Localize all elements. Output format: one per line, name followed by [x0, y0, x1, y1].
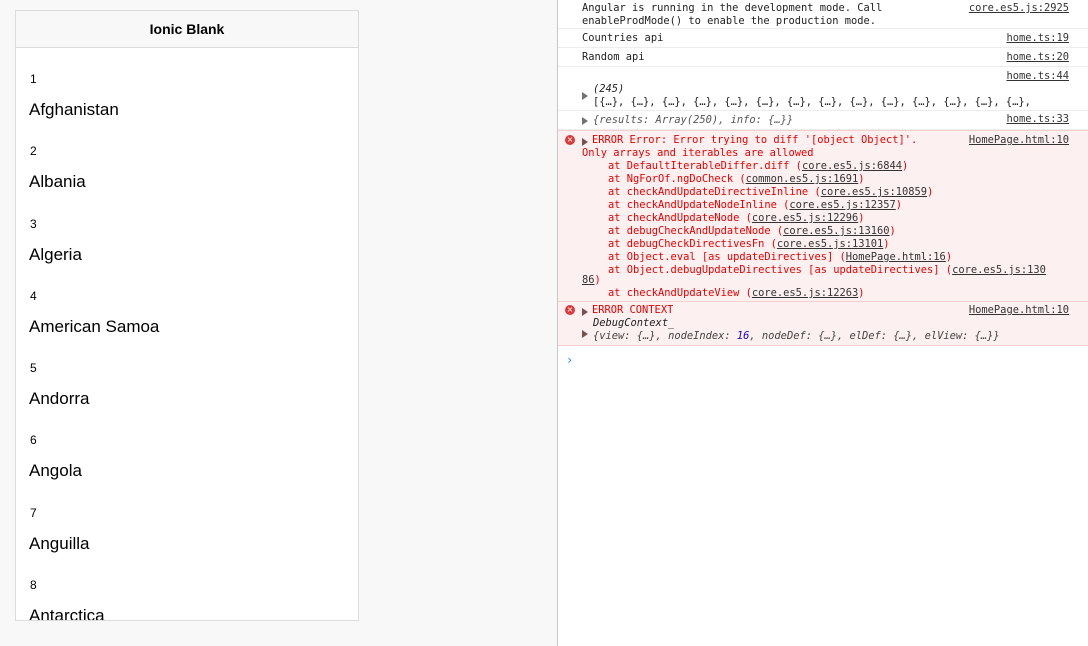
debug-context-name[interactable]: DebugContext_	[593, 317, 674, 330]
stack-file-link[interactable]: common.es5.js:1691	[746, 173, 859, 185]
stack-line: at NgForOf.ngDoCheck (common.es5.js:1691…	[608, 173, 865, 185]
stack-file-link[interactable]: HomePage.html:16	[846, 251, 946, 263]
console-message-text: Countries api	[582, 32, 664, 44]
list-item[interactable]: 2 Albania	[16, 120, 358, 192]
list-item[interactable]: 4 American Samoa	[16, 265, 358, 337]
page-title: Ionic Blank	[149, 21, 225, 37]
console-message-angular: Angular is running in the development mo…	[558, 0, 1088, 29]
x-circle-icon: ×	[565, 135, 575, 145]
stack-line: at DefaultIterableDiffer.diff (core.es5.…	[608, 160, 909, 172]
source-link[interactable]: HomePage.html:10	[969, 304, 1069, 317]
console-message-text: Random api	[582, 51, 645, 63]
country-index: 7	[30, 505, 37, 520]
console-error-diff: × ERROR Error: Error trying to diff '[ob…	[558, 130, 1088, 302]
console-message-text: Angular is running in the development mo…	[582, 2, 883, 27]
expand-arrow-icon[interactable]	[582, 329, 591, 342]
list-item[interactable]: 8 Antarctica	[16, 554, 358, 620]
stack-line: at debugCheckAndUpdateNode (core.es5.js:…	[608, 225, 896, 237]
console-message-array: home.ts:44 (245) [{…}, {…}, {…}, {…}, {……	[558, 67, 1088, 111]
country-index: 4	[30, 288, 37, 303]
country-name: American Samoa	[29, 316, 160, 336]
source-link[interactable]: home.ts:44	[1006, 70, 1069, 83]
stack-line: at checkAndUpdateNodeInline (core.es5.js…	[608, 199, 903, 211]
error-message-line: ERROR CONTEXT	[592, 304, 674, 316]
error-message-line: Only arrays and iterables are allowed	[582, 147, 814, 159]
stack-file-link[interactable]: core.es5.js:13101	[777, 238, 883, 250]
stack-file-link[interactable]: core.es5.js:12296	[752, 212, 858, 224]
country-index: 1	[30, 72, 37, 86]
country-list: 1 Afghanistan 2 Albania 3 Algeria 4 American Sa…	[16, 48, 358, 620]
source-link[interactable]: HomePage.html:10	[969, 134, 1069, 147]
source-link[interactable]: home.ts:20	[1006, 51, 1069, 64]
stack-file-link[interactable]: 86	[582, 274, 595, 286]
stack-line: at Object.debugUpdateDirectives [as upda…	[608, 264, 1046, 276]
stack-file-link[interactable]: core.es5.js:10859	[821, 186, 927, 198]
app-header: Ionic Blank	[16, 11, 358, 48]
country-name: Andorra	[29, 389, 90, 409]
console-prompt-icon[interactable]: ›	[566, 354, 573, 367]
array-count: (245)	[593, 83, 625, 95]
devtools-console: Angular is running in the development mo…	[558, 0, 1088, 646]
source-link[interactable]: home.ts:33	[1006, 113, 1069, 126]
list-item[interactable]: 1 Afghanistan	[16, 48, 358, 120]
stack-file-link[interactable]: core.es5.js:130	[952, 264, 1046, 276]
expand-arrow-icon[interactable]	[582, 307, 591, 320]
country-name: Albania	[29, 172, 86, 192]
console-error-context: × ERROR CONTEXT HomePage.html:10 DebugCo…	[558, 302, 1088, 346]
stack-line: 86)	[582, 274, 601, 286]
expand-arrow-icon[interactable]	[582, 91, 591, 104]
list-item[interactable]: 5 Andorra	[16, 337, 358, 409]
stack-file-link[interactable]: core.es5.js:12357	[789, 199, 895, 211]
stack-line: at checkAndUpdateView (core.es5.js:12263…	[608, 287, 865, 299]
array-preview[interactable]: [{…}, {…}, {…}, {…}, {…}, {…}, {…}, {…},…	[593, 96, 1088, 109]
stack-line: at debugCheckDirectivesFn (core.es5.js:1…	[608, 238, 890, 250]
country-name: Angola	[29, 461, 82, 481]
list-item[interactable]: 7 Anguilla	[16, 482, 358, 554]
country-index: 5	[30, 361, 37, 376]
results-object[interactable]: {results: Array(250), info: {…}}	[593, 114, 793, 127]
app-preview: Ionic Blank 1 Afghanistan 2 Albania 3 Algeria…	[15, 10, 359, 621]
list-item[interactable]: 3 Algeria	[16, 193, 358, 265]
x-circle-icon: ×	[565, 305, 575, 315]
console-message-random: Random api home.ts:20	[558, 48, 1088, 67]
expand-arrow-icon[interactable]	[582, 116, 591, 129]
country-index: 8	[30, 578, 37, 593]
source-link[interactable]: core.es5.js:2925	[969, 2, 1069, 15]
country-index: 3	[30, 216, 37, 231]
stack-file-link[interactable]: core.es5.js:13160	[783, 225, 889, 237]
country-index: 2	[30, 144, 37, 159]
stack-line: at checkAndUpdateDirectiveInline (core.e…	[608, 186, 934, 198]
country-name: Anguilla	[29, 533, 90, 553]
country-name: Antarctica	[29, 606, 105, 620]
debug-context-object[interactable]: {view: {…}, nodeIndex: 16, nodeDef: {…},…	[593, 330, 1000, 343]
console-message-results: {results: Array(250), info: {…}} home.ts…	[558, 111, 1088, 130]
country-index: 6	[30, 433, 37, 448]
stack-file-link[interactable]: core.es5.js:12263	[752, 287, 858, 299]
stack-line: at Object.eval [as updateDirectives] (Ho…	[608, 251, 953, 263]
console-message-countries: Countries api home.ts:19	[558, 29, 1088, 48]
source-link[interactable]: home.ts:19	[1006, 32, 1069, 45]
list-item[interactable]: 6 Angola	[16, 409, 358, 481]
stack-line: at checkAndUpdateNode (core.es5.js:12296…	[608, 212, 865, 224]
country-name: Afghanistan	[29, 100, 119, 119]
error-message-line: ERROR Error: Error trying to diff '[obje…	[592, 134, 918, 146]
stack-file-link[interactable]: core.es5.js:6844	[802, 160, 902, 172]
country-name: Algeria	[29, 244, 82, 264]
